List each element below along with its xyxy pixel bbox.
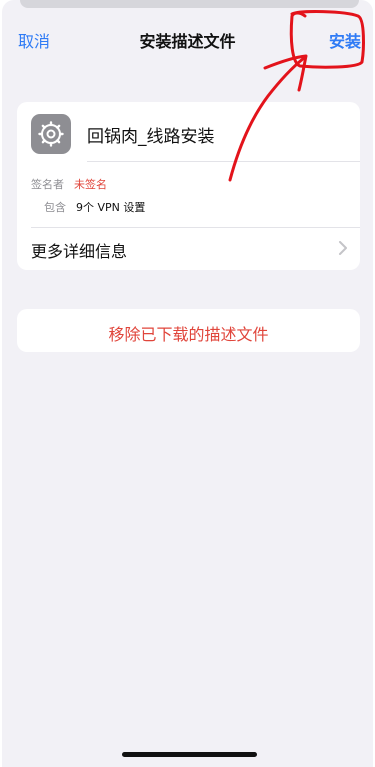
divider: [31, 227, 360, 228]
signer-value: 未签名: [74, 178, 107, 191]
profile-name: 回锅肉_线路安装: [87, 127, 215, 147]
install-profile-sheet: 取消 安装描述文件 安装 回锅肉_线路安装 签名者 未签名 包含 9个 VPN …: [2, 0, 373, 767]
divider: [87, 161, 360, 162]
contains-value: 9个 VPN 设置: [76, 201, 146, 214]
profile-card: 回锅肉_线路安装 签名者 未签名 包含 9个 VPN 设置 更多详细信息: [17, 102, 360, 270]
signer-label: 签名者: [31, 178, 64, 191]
more-details-row[interactable]: 更多详细信息: [31, 238, 127, 262]
signer-row: 签名者 未签名: [31, 176, 107, 192]
remove-downloaded-profile-button[interactable]: 移除已下载的描述文件: [17, 321, 360, 345]
install-button[interactable]: 安装: [329, 28, 361, 52]
sheet-grabber: [20, 0, 359, 8]
home-indicator: [122, 752, 257, 757]
contains-row: 包含 9个 VPN 设置: [44, 199, 145, 215]
navigation-bar: 取消 安装描述文件 安装: [2, 18, 373, 58]
contains-label: 包含: [44, 201, 66, 214]
gear-icon: [31, 114, 71, 154]
chevron-right-icon: [339, 241, 347, 255]
remove-profile-card: 移除已下载的描述文件: [17, 309, 360, 352]
page-title: 安装描述文件: [139, 32, 236, 51]
